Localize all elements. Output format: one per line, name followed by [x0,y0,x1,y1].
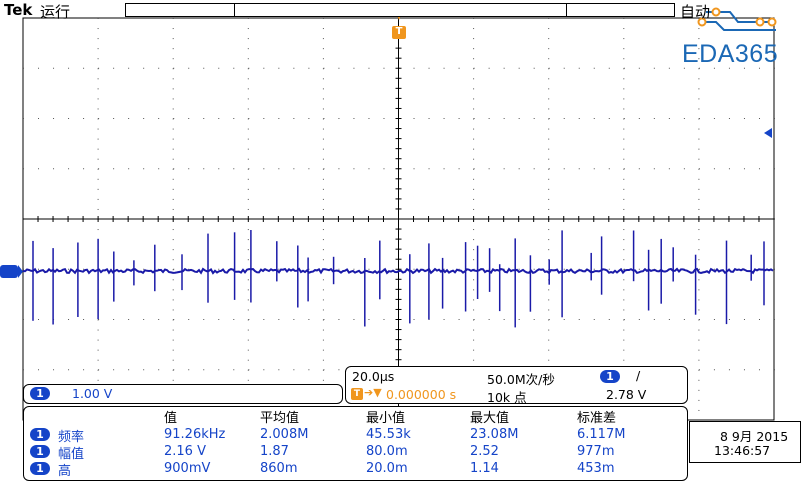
trigger-source-badge: 1 [600,370,620,383]
trigger-level: 2.78 V [606,387,647,402]
trigger-marker-label: T [395,26,403,37]
timebase-readout[interactable]: 20.0µs 50.0M次/秒 1 / T ➔▼ 0.000000 s 10k … [345,366,688,405]
brand-label: Tek [4,1,33,19]
measurement-table[interactable]: 值 平均值 最小值 最大值 标准差 1 频率 91.26kHz 2.008M 4… [23,406,688,481]
measure-min: 20.0m [366,461,408,476]
measure-mean: 1.87 [260,444,289,459]
channel-badge: 1 [30,428,50,441]
watermark-logo: EDA365 [682,40,779,68]
channel-badge: 1 [30,445,50,458]
measure-stddev: 977m [577,444,615,459]
channel-badge: 1 [30,462,50,475]
measure-mean: 2.008M [260,427,309,442]
record-length: 10k 点 [487,390,527,405]
header-value: 值 [164,411,178,426]
trigger-pos-icon: T [351,388,363,400]
measure-mean: 860m [260,461,298,476]
record-view-window[interactable] [234,3,567,17]
time-label: 13:46:57 [714,443,771,458]
channel-scale: 1.00 V [72,386,113,401]
measure-value: 900mV [164,461,211,476]
measure-max: 2.52 [470,444,499,459]
trigger-mode[interactable]: 自动 [680,1,710,22]
measure-max: 23.08M [470,427,519,442]
trigger-level-arrow [764,128,772,138]
channel-scale-readout[interactable]: 1 1.00 V [23,384,343,404]
horizontal-scale: 20.0µs [352,369,395,384]
header-max: 最大值 [470,411,510,426]
measure-max: 1.14 [470,461,499,476]
measure-stddev: 6.117M [577,427,626,442]
arrow-right-down-icon: ➔▼ [364,386,382,399]
measure-name: 高 [58,464,72,479]
header-min: 最小值 [366,411,406,426]
measure-min: 45.53k [366,427,411,442]
channel-1-marker[interactable] [0,265,23,278]
header-stddev: 标准差 [577,411,617,426]
measure-value: 91.26kHz [164,427,226,442]
run-state[interactable]: 运行 [40,1,70,22]
graticule [22,17,775,421]
datetime-display: 8 9月 2015 13:46:57 [689,421,801,463]
sample-rate: 50.0M次/秒 [487,372,555,387]
measure-min: 80.0m [366,444,408,459]
header-mean: 平均值 [260,411,300,426]
measure-stddev: 453m [577,461,615,476]
trigger-position: 0.000000 s [386,387,457,402]
channel-badge: 1 [30,387,50,400]
measure-value: 2.16 V [164,444,206,459]
status-bar: Tek 运行 自动 [0,0,806,22]
trigger-slope-icon: / [636,368,641,383]
